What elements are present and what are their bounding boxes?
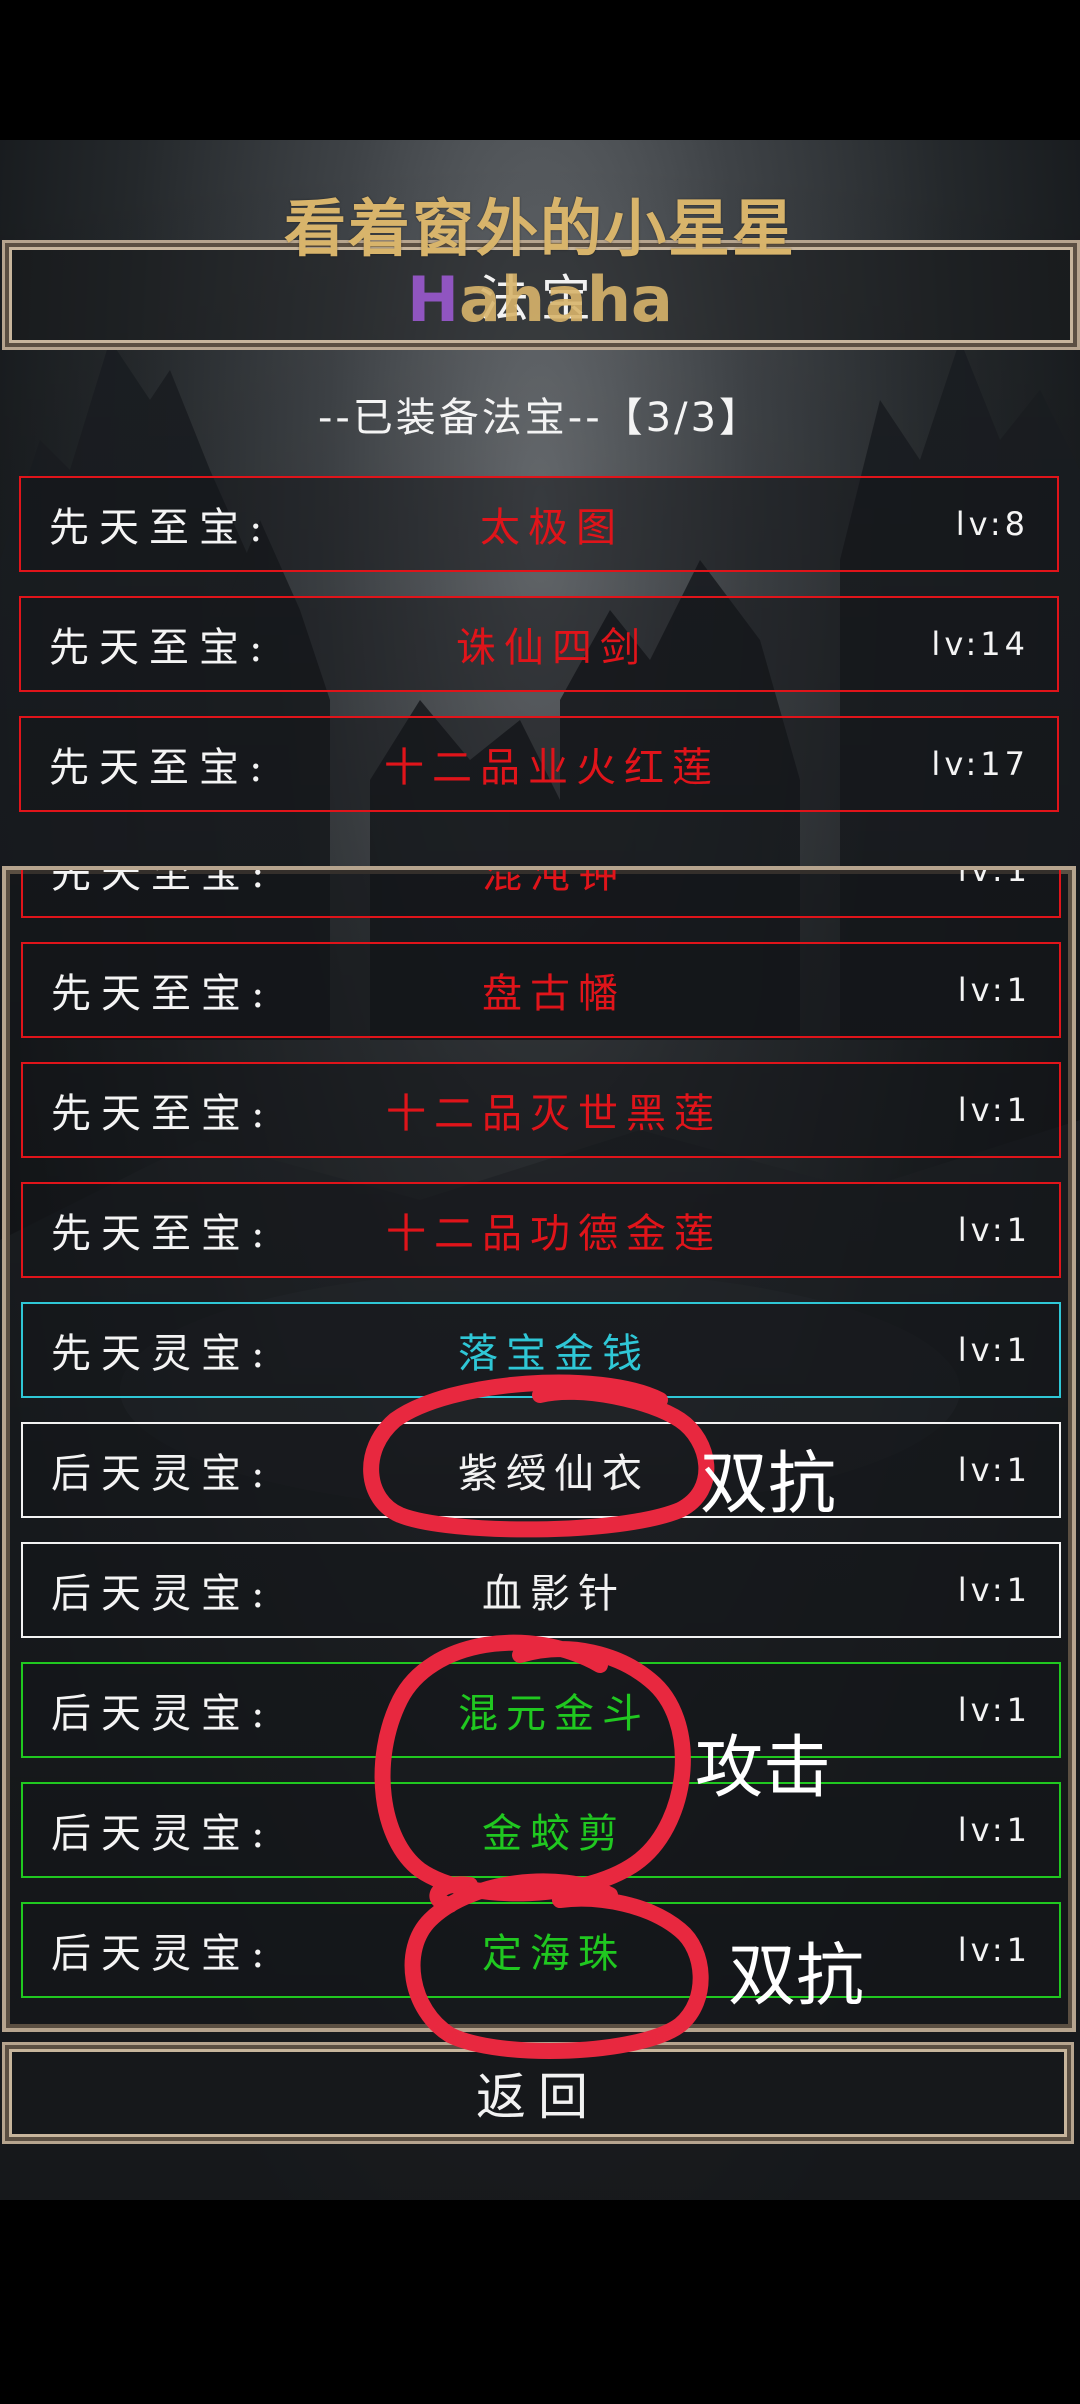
item-level: lv:1 — [957, 1811, 1031, 1849]
item-level: lv:1 — [957, 1331, 1031, 1369]
item-level: lv:1 — [957, 1931, 1031, 1969]
item-name: 紫绶仙衣 — [458, 1451, 650, 1497]
item-name: 混沌钟 — [482, 866, 626, 897]
watermark-top: 看着窗外的小星星 — [283, 192, 796, 265]
item-level: lv:1 — [957, 1571, 1031, 1609]
item-row[interactable]: 先天至宝: 十二品灭世黑莲 lv:1 — [21, 1062, 1061, 1158]
item-level: lv:1 — [957, 1691, 1031, 1729]
item-level: lv:1 — [957, 1451, 1031, 1489]
item-row[interactable]: 后天灵宝: 定海珠 lv:1 — [21, 1902, 1061, 1998]
item-level: lv:8 — [955, 505, 1029, 543]
item-name: 落宝金钱 — [458, 1331, 650, 1377]
item-name: 十二品灭世黑莲 — [386, 1091, 722, 1137]
item-name: 血影针 — [482, 1571, 626, 1617]
item-row[interactable]: 先天至宝: 盘古幡 lv:1 — [21, 942, 1061, 1038]
item-level: lv:17 — [931, 745, 1029, 783]
item-row[interactable]: 先天至宝: 十二品功德金莲 lv:1 — [21, 1182, 1061, 1278]
item-row[interactable]: 先天至宝: 诛仙四剑 lv:14 — [19, 596, 1059, 692]
equipped-section-header: --已装备法宝--【3/3】 — [317, 395, 763, 441]
item-name: 定海珠 — [482, 1931, 626, 1977]
item-level: lv:1 — [957, 1211, 1031, 1249]
item-name: 混元金斗 — [458, 1691, 650, 1737]
item-level: lv:1 — [957, 866, 1031, 889]
back-button-label: 返回 — [476, 2068, 600, 2126]
item-name: 盘古幡 — [482, 971, 626, 1017]
item-name: 太极图 — [480, 505, 624, 551]
item-row[interactable]: 后天灵宝: 血影针 lv:1 — [21, 1542, 1061, 1638]
item-name: 诛仙四剑 — [456, 625, 648, 671]
item-row[interactable]: 先天至宝: 混沌钟 lv:1 — [21, 866, 1061, 918]
item-level: lv:1 — [957, 971, 1031, 1009]
inventory-panel[interactable]: 先天至宝: 混沌钟 lv:1 先天至宝: 盘古幡 lv:1 先天至宝: 十二品灭世黑莲 lv:1… — [2, 866, 1076, 2032]
item-row[interactable]: 后天灵宝: 金蛟剪 lv:1 — [21, 1782, 1061, 1878]
watermark-rest: ahaha — [459, 263, 673, 336]
item-row[interactable]: 后天灵宝: 紫绶仙衣 lv:1 — [21, 1422, 1061, 1518]
watermark-bottom: Hahaha — [0, 263, 1080, 336]
item-level: lv:14 — [931, 625, 1029, 663]
item-row[interactable]: 先天灵宝: 落宝金钱 lv:1 — [21, 1302, 1061, 1398]
item-name: 金蛟剪 — [482, 1811, 626, 1857]
item-name: 十二品业火红莲 — [384, 745, 720, 791]
item-row[interactable]: 后天灵宝: 混元金斗 lv:1 — [21, 1662, 1061, 1758]
item-row[interactable]: 先天至宝: 太极图 lv:8 — [19, 476, 1059, 572]
item-name: 十二品功德金莲 — [386, 1211, 722, 1257]
watermark-first-letter: H — [407, 263, 460, 336]
item-row[interactable]: 先天至宝: 十二品业火红莲 lv:17 — [19, 716, 1059, 812]
item-level: lv:1 — [957, 1091, 1031, 1129]
back-button[interactable]: 返回 — [2, 2042, 1074, 2144]
